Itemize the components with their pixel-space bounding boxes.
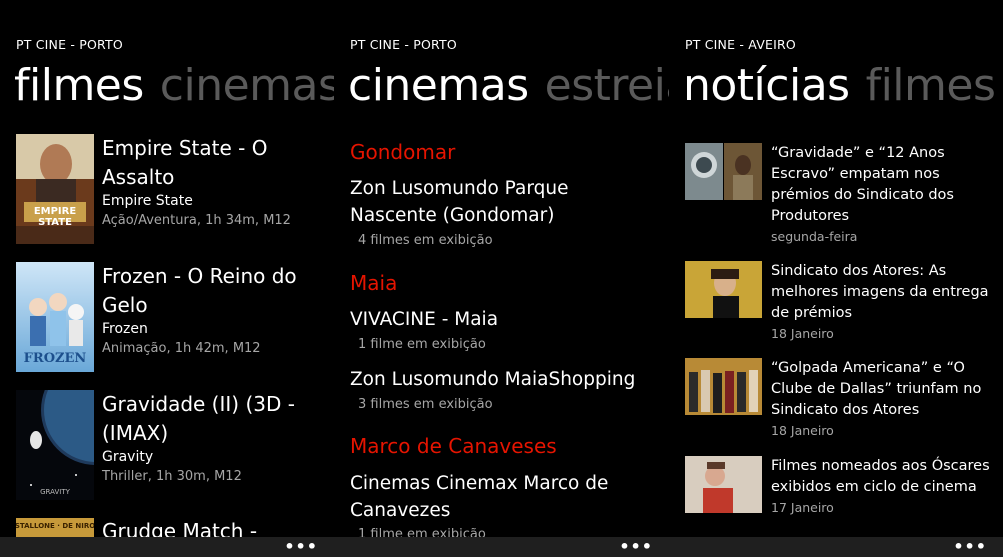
svg-text:FROZEN: FROZEN — [24, 351, 87, 366]
pivot-header: filmes cinemas — [14, 58, 334, 114]
news-date: segunda-feira — [771, 229, 858, 244]
pivot-item-filmes[interactable]: filmes — [14, 60, 144, 111]
film-title: Gravidade (II) (3D - (IMAX) — [102, 392, 295, 445]
news-date: 17 Janeiro — [771, 500, 834, 515]
film-title: Empire State - O Assalto — [102, 136, 268, 189]
pivot-header: cinemas estreia — [348, 58, 669, 114]
app-title: PT CINE - AVEIRO — [685, 37, 796, 52]
cinema-name[interactable]: Cinemas Cinemax Marco de Canavezes — [350, 470, 650, 524]
screen-news: PT CINE - AVEIRO notícias filmes “Gravida… — [669, 0, 1003, 557]
city-header: Marco de Canaveses — [350, 434, 557, 458]
cinema-name[interactable]: Zon Lusomundo MaiaShopping — [350, 366, 650, 393]
app-bar: ••• — [669, 537, 1003, 557]
news-item[interactable]: “Gravidade” e “12 Anos Escravo” empatam … — [685, 143, 995, 248]
svg-text:STALLONE · DE NIRO: STALLONE · DE NIRO — [16, 522, 94, 530]
screen-cinemas: PT CINE - PORTO cinemasestreia Gondomar … — [334, 0, 669, 557]
cinema-name[interactable]: VIVACINE - Maia — [350, 306, 650, 333]
film-meta: Animação, 1h 42m, M12 — [102, 341, 261, 356]
film-original-title: Empire State — [102, 193, 193, 209]
film-poster-image: GRAVITY — [16, 390, 94, 500]
film-item[interactable]: EMPIRE STATE Empire State - O Assalto Em… — [16, 134, 334, 249]
news-thumbnail-image — [685, 358, 762, 415]
film-item[interactable]: GRAVITY Gravidade (II) (3D - (IMAX) Grav… — [16, 390, 334, 505]
svg-text:EMPIRE: EMPIRE — [34, 206, 77, 217]
film-original-title: Frozen — [102, 321, 148, 337]
city-header: Gondomar — [350, 140, 456, 164]
film-original-title: Gravity — [102, 449, 154, 465]
news-title: “Gravidade” e “12 Anos Escravo” empatam … — [771, 145, 954, 224]
film-poster-image: FROZEN — [16, 262, 94, 372]
news-date: 18 Janeiro — [771, 423, 834, 438]
pivot-item-noticias[interactable]: notícias — [683, 60, 850, 111]
cinema-name[interactable]: Zon Lusomundo Parque Nascente (Gondomar) — [350, 175, 650, 229]
news-item[interactable]: Sindicato dos Atores: As melhores imagen… — [685, 261, 995, 346]
cinema-film-count: 1 filme em exibição — [358, 337, 486, 352]
app-bar: ••• — [334, 537, 669, 557]
pivot-item-cinemas[interactable]: cinemas — [160, 60, 334, 111]
news-title: Filmes nomeados aos Óscares exibidos em … — [771, 458, 990, 495]
news-title: Sindicato dos Atores: As melhores imagen… — [771, 263, 989, 321]
pivot-item-cinemas[interactable]: cinemas — [348, 60, 529, 111]
cinema-film-count: 4 filmes em exibição — [358, 233, 493, 248]
news-date: 18 Janeiro — [771, 326, 834, 341]
film-poster-image: EMPIRE STATE — [16, 134, 94, 244]
news-thumbnail-image — [685, 261, 762, 318]
city-header: Maia — [350, 271, 398, 295]
film-title: Frozen - O Reino do Gelo — [102, 264, 297, 317]
film-item[interactable]: FROZEN Frozen - O Reino do Gelo Frozen A… — [16, 262, 334, 377]
film-meta: Ação/Aventura, 1h 34m, M12 — [102, 213, 291, 228]
film-meta: Thriller, 1h 30m, M12 — [102, 469, 242, 484]
pivot-header: notícias filmes — [683, 58, 996, 114]
svg-text:GRAVITY: GRAVITY — [40, 488, 70, 496]
pivot-item-estreias[interactable]: estreia — [545, 60, 669, 111]
news-title: “Golpada Americana” e “O Clube de Dallas… — [771, 360, 982, 418]
news-item[interactable]: Filmes nomeados aos Óscares exibidos em … — [685, 456, 995, 546]
news-item[interactable]: “Golpada Americana” e “O Clube de Dallas… — [685, 358, 995, 443]
news-thumbnail-image — [685, 456, 762, 513]
news-thumbnail-image — [685, 143, 762, 200]
app-bar: ••• — [0, 537, 334, 557]
screen-films: PT CINE - PORTO filmes cinemas EMPIRE STA… — [0, 0, 334, 557]
ellipsis-icon[interactable]: ••• — [284, 539, 318, 555]
ellipsis-icon[interactable]: ••• — [619, 539, 653, 555]
cinema-film-count: 3 filmes em exibição — [358, 397, 493, 412]
app-title: PT CINE - PORTO — [16, 37, 123, 52]
app-title: PT CINE - PORTO — [350, 37, 457, 52]
pivot-item-filmes[interactable]: filmes — [866, 60, 996, 111]
ellipsis-icon[interactable]: ••• — [953, 539, 987, 555]
